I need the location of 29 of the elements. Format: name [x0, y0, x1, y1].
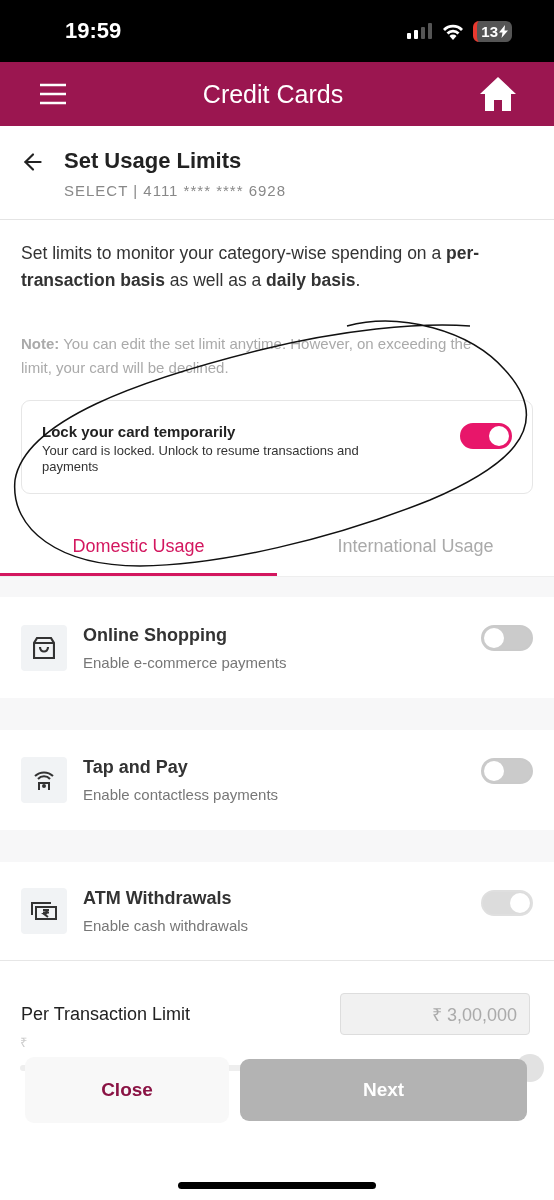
toggle-switch[interactable] [481, 625, 533, 651]
category-title: Tap and Pay [83, 757, 189, 778]
limit-input[interactable]: ₹ 3,00,000 [340, 993, 530, 1035]
wifi-icon [441, 22, 466, 40]
cash-icon [31, 901, 57, 921]
usage-tab[interactable]: International Usage [277, 524, 554, 576]
battery-level: 13 [473, 20, 512, 42]
close-button[interactable]: Close [25, 1057, 229, 1123]
toggle-switch[interactable] [481, 758, 533, 784]
category-subtitle: Enable e-commerce payments [83, 653, 288, 671]
shopping-bag-icon [33, 635, 55, 660]
category-subtitle: Enable contactless payments [83, 786, 280, 803]
contactless-icon [33, 768, 55, 792]
header-title: Credit Cards [202, 79, 344, 109]
intro-text: Set limits to monitor your category-wise spending on a per-transaction basis as well as a daily basis. [21, 242, 481, 292]
toggle-switch[interactable] [460, 423, 512, 449]
category-subtitle: Enable cash withdrawals [83, 917, 250, 934]
card-number: SELECT | 4111 **** **** 6928 [64, 182, 287, 199]
status-time: 19:59 [65, 18, 122, 44]
slider-min-label: ₹ [20, 1034, 27, 1051]
page-title: Set Usage Limits [64, 148, 243, 174]
lock-description: Your card is locked. Unlock to resume transactions and payments [42, 443, 360, 475]
menu-icon[interactable] [40, 83, 66, 105]
limit-label: Per Transaction Limit [21, 1003, 191, 1025]
charging-icon [499, 24, 508, 38]
signal-icon [407, 23, 434, 39]
home-icon[interactable] [480, 77, 516, 111]
category-title: Online Shopping [83, 624, 228, 646]
category-title: ATM Withdrawals [83, 888, 233, 909]
